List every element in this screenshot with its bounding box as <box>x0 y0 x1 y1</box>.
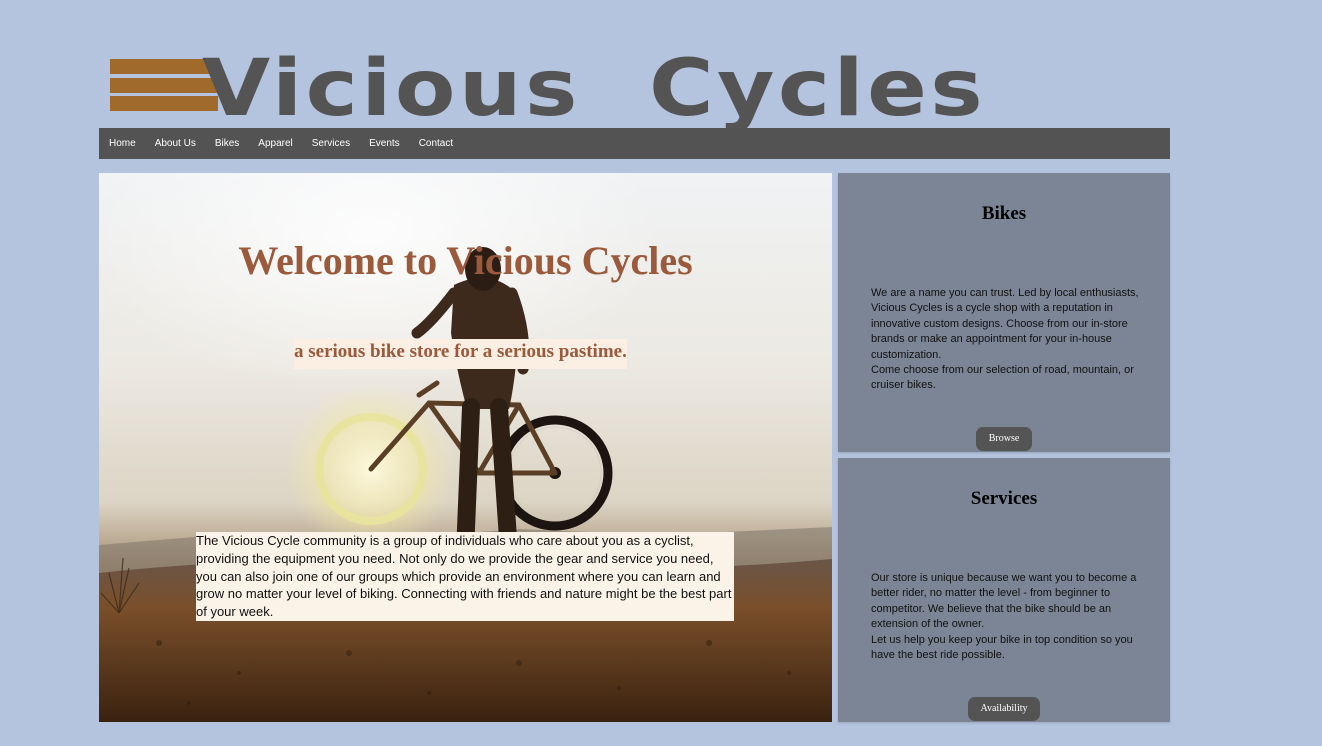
hero-tagline: a serious bike store for a serious pasti… <box>294 339 627 369</box>
bikes-description-line-1: We are a name you can trust. Led by loca… <box>871 287 1139 361</box>
nav-item-home[interactable]: Home <box>109 138 136 149</box>
main-nav: Home About Us Bikes Apparel Services Eve… <box>99 128 1170 159</box>
availability-button[interactable]: Availability <box>968 697 1040 721</box>
nav-item-events[interactable]: Events <box>369 138 400 149</box>
services-description-line-2: Let us help you keep your bike in top co… <box>871 633 1133 662</box>
services-description: Our store is unique because we want you … <box>871 571 1143 663</box>
nav-item-apparel[interactable]: Apparel <box>258 138 292 149</box>
hero-title: Welcome to Vicious Cycles <box>238 238 693 283</box>
bikes-description-line-2: Come choose from our selection of road, … <box>871 364 1134 392</box>
services-heading: Services <box>970 488 1038 509</box>
site-logo[interactable]: Vicious Cycles <box>108 44 983 134</box>
bikes-heading: Bikes <box>981 203 1027 224</box>
hero-section: Welcome to Vicious Cycles a serious bike… <box>99 173 832 722</box>
nav-item-services[interactable]: Services <box>312 138 350 149</box>
services-panel: Services Our store is unique because we … <box>838 458 1170 722</box>
services-description-line-1: Our store is unique because we want you … <box>871 572 1137 631</box>
browse-button[interactable]: Browse <box>976 427 1032 451</box>
bikes-description: We are a name you can trust. Led by loca… <box>871 286 1143 394</box>
nav-item-contact[interactable]: Contact <box>419 138 453 149</box>
hero-body-text: The Vicious Cycle community is a group o… <box>196 532 734 621</box>
nav-item-bikes[interactable]: Bikes <box>215 138 239 149</box>
nav-item-about-us[interactable]: About Us <box>155 138 196 149</box>
bikes-panel: Bikes We are a name you can trust. Led b… <box>838 173 1170 452</box>
logo-wordmark: Vicious Cycles <box>202 44 987 134</box>
